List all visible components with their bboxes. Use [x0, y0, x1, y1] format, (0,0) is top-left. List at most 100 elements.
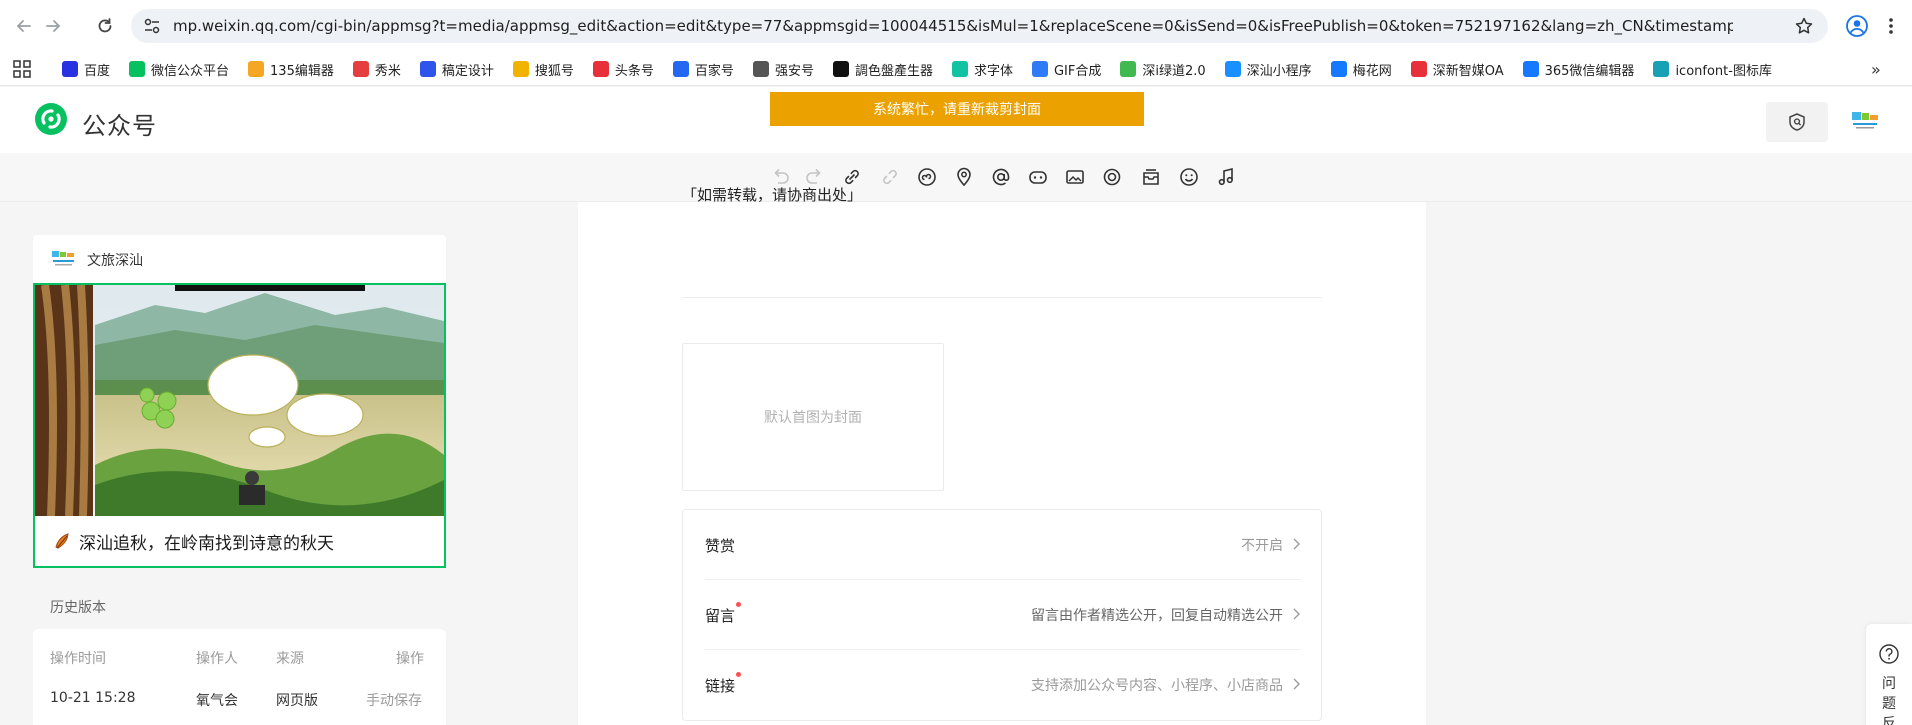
gif-icon [1031, 61, 1048, 77]
bookmark-item[interactable]: 强安号 [752, 60, 814, 79]
miniapp-icon [1224, 61, 1241, 77]
history-header-action: 操作 [396, 651, 424, 667]
arrow-right-icon [46, 20, 61, 32]
forward-button[interactable] [40, 13, 66, 39]
mp-title[interactable]: 公众号 [82, 106, 157, 141]
editor-divider [682, 297, 1322, 298]
product-card-icon[interactable] [1139, 165, 1163, 189]
bookmark-label: 强安号 [774, 63, 814, 79]
bookmark-item[interactable]: 深新智媒OA [1410, 60, 1504, 79]
bookmark-label: GIF合成 [1053, 63, 1102, 79]
bookmark-item[interactable]: 調色盤產生器 [832, 60, 933, 79]
address-bar[interactable]: mp.weixin.qq.com/cgi-bin/appmsg?t=media/… [131, 9, 1828, 43]
chevron-right-icon [1293, 538, 1300, 550]
history-cell-operator: 氧气会 [196, 693, 238, 709]
bookmark-label: 稿定设计 [441, 63, 494, 79]
bookmark-item[interactable]: 秀米 [352, 60, 401, 79]
feedback-tab[interactable]: 问题反馈 [1866, 624, 1912, 725]
bookmark-item[interactable]: 梅花网 [1330, 60, 1392, 79]
bookmark-label: iconfont-图标库 [1675, 63, 1772, 79]
article-title: 深汕追秋，在岭南找到诗意的秋天 [79, 533, 334, 554]
reload-button[interactable] [92, 13, 118, 39]
article-settings-panel: 赞赏 不开启 留言 留言由作者精选公开，回复自动精选公开 链接 支持添加公众号内… [682, 509, 1322, 721]
bookmark-item[interactable]: GIF合成 [1031, 60, 1102, 79]
bookmark-item[interactable]: 365微信编辑器 [1522, 60, 1635, 79]
image-card-icon[interactable] [1063, 165, 1087, 189]
apps-grid-icon[interactable] [13, 60, 31, 78]
location-icon[interactable] [952, 165, 976, 189]
setting-reward[interactable]: 赞赏 不开启 [705, 510, 1301, 580]
bookmark-label: 微信公众平台 [151, 63, 230, 79]
chevron-right-icon [1293, 608, 1300, 620]
article-item-selected[interactable]: 深汕追秋，在岭南找到诗意的秋天 [33, 283, 446, 568]
setting-value: 留言由作者精选公开，回复自动精选公开 [1031, 608, 1283, 624]
qiuziti-icon [951, 61, 968, 77]
bookmark-item[interactable]: iconfont-图标库 [1653, 60, 1772, 79]
setting-comments[interactable]: 留言 留言由作者精选公开，回复自动精选公开 [705, 580, 1301, 650]
wechat-mp-logo-icon[interactable] [33, 101, 69, 137]
history-header-time: 操作时间 [50, 651, 106, 667]
back-button[interactable] [11, 13, 37, 39]
account-avatar[interactable] [1850, 107, 1880, 137]
emoji-icon[interactable] [1177, 165, 1201, 189]
browser-menu-icon[interactable] [1881, 13, 1901, 39]
history-section-label: 历史版本 [50, 600, 106, 616]
bookmark-label: 秀米 [374, 63, 401, 79]
miniprogram-icon[interactable] [915, 165, 939, 189]
maple-leaf-icon [55, 533, 69, 549]
bookmark-label: 梅花网 [1352, 63, 1392, 79]
setting-links[interactable]: 链接 支持添加公众号内容、小程序、小店商品 [705, 650, 1301, 720]
qiangan-icon [752, 61, 769, 77]
bookmarks-bar: 百度 微信公众平台 135编辑器 秀米 稿定设计 搜狐号 头条号 百家号 强安号 調色盤產生器 求字… [0, 52, 1912, 86]
article-cover-image[interactable] [35, 285, 444, 516]
account-logo-icon [52, 251, 74, 266]
bookmark-item[interactable]: 搜狐号 [512, 60, 574, 79]
article-title-row[interactable]: 深汕追秋，在岭南找到诗意的秋天 [35, 516, 444, 566]
unlink-icon[interactable] [878, 165, 902, 189]
bookmark-label: 365微信编辑器 [1544, 63, 1635, 79]
gaoding-icon [419, 61, 436, 77]
more-bookmarks-icon[interactable]: » [1871, 60, 1891, 79]
mention-icon[interactable] [989, 165, 1013, 189]
history-cell-time: 10-21 15:28 [50, 690, 136, 706]
site-settings-icon[interactable] [143, 17, 161, 35]
bookmark-label: 135编辑器 [270, 63, 334, 79]
bookmark-label: 百度 [84, 63, 111, 79]
bookmark-item[interactable]: 深汕小程序 [1224, 60, 1312, 79]
security-center-button[interactable] [1766, 102, 1828, 142]
bookmark-label: 深新智媒OA [1432, 63, 1504, 79]
question-icon [1879, 644, 1899, 664]
profile-icon[interactable] [1844, 13, 1870, 39]
bookmark-item[interactable]: 头条号 [592, 60, 654, 79]
history-cell-action[interactable]: 手动保存 [366, 690, 422, 710]
mini-game-icon[interactable] [1026, 165, 1050, 189]
history-header-source: 来源 [276, 651, 304, 667]
feedback-label: 问题反馈 [1882, 676, 1896, 725]
music-icon[interactable] [1214, 165, 1238, 189]
bookmark-item[interactable]: 微信公众平台 [129, 60, 229, 79]
bookmark-item[interactable]: 135编辑器 [248, 60, 334, 79]
setting-value: 不开启 [1241, 538, 1283, 554]
cover-slot[interactable]: 默认首图为封面 [682, 343, 944, 491]
setting-label: 留言 [705, 607, 736, 625]
bookmark-item[interactable]: 百度 [62, 60, 110, 79]
url-text[interactable]: mp.weixin.qq.com/cgi-bin/appmsg?t=media/… [173, 17, 1733, 35]
bookmark-label: 深汕小程序 [1246, 63, 1312, 79]
bookmark-item[interactable]: 深i绿道2.0 [1120, 60, 1206, 79]
editor365-icon [1522, 61, 1539, 77]
channels-icon[interactable] [1100, 165, 1124, 189]
bookmark-item[interactable]: 稿定设计 [419, 60, 494, 79]
iconfont-icon [1653, 61, 1670, 77]
bookmark-item[interactable]: 求字体 [951, 60, 1013, 79]
bookmark-label: 求字体 [973, 63, 1013, 79]
bookmark-item[interactable]: 百家号 [672, 60, 734, 79]
setting-label: 赞赏 [705, 537, 736, 555]
bookmark-label: 搜狐号 [534, 63, 574, 79]
shield-icon [1789, 113, 1805, 131]
required-dot [736, 602, 741, 607]
sohu-icon [512, 61, 529, 77]
editor-clipped-text[interactable]: 「如需转载，请协商出处」 [682, 184, 862, 205]
editor135-icon [248, 61, 265, 77]
bookmark-star-icon[interactable] [1794, 16, 1814, 36]
greenway-icon [1120, 61, 1137, 77]
